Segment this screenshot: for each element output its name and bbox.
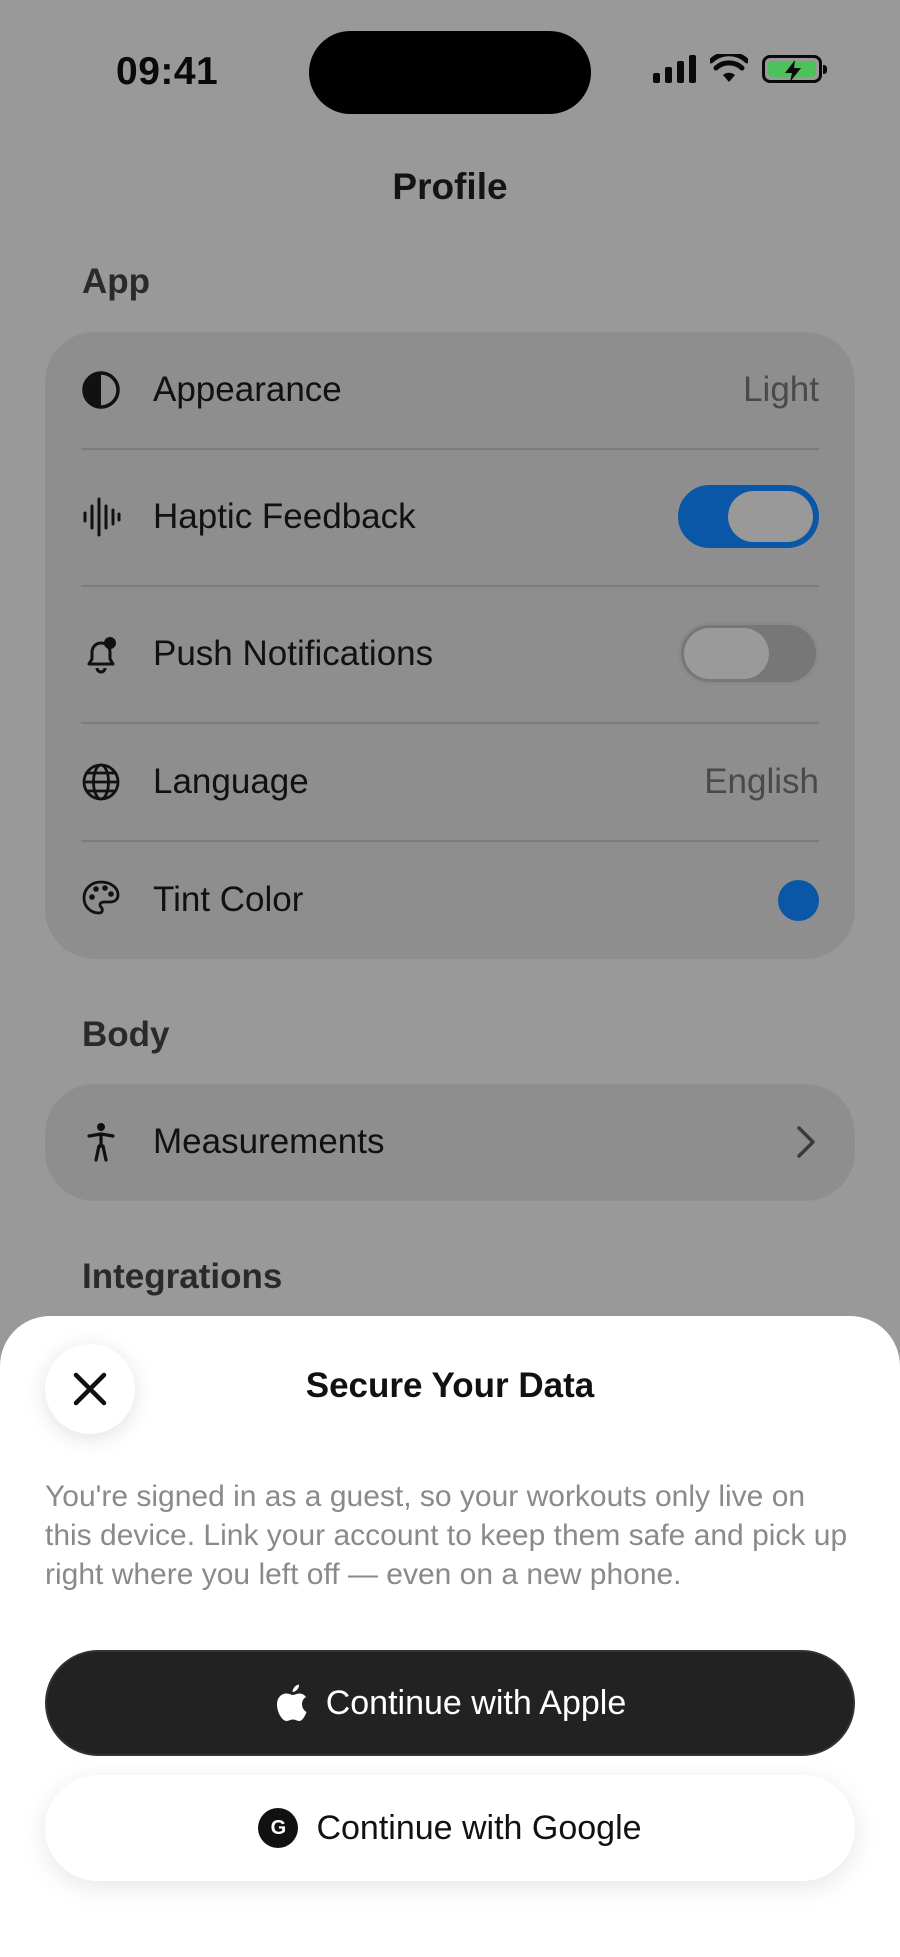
haptic-feedback-label: Haptic Feedback [153, 497, 416, 536]
language-value: English [704, 762, 819, 801]
app-settings-card: Appearance Light Haptic Feedback Push No… [45, 332, 855, 959]
section-label-app: App [82, 262, 151, 301]
status-time: 09:41 [116, 50, 219, 93]
haptic-feedback-row: Haptic Feedback [45, 449, 855, 585]
secure-data-sheet: Secure Your Data You're signed in as a g… [0, 1316, 900, 1957]
charging-bolt-icon [785, 60, 801, 82]
section-label-body: Body [82, 1015, 170, 1054]
page-title: Profile [392, 166, 508, 207]
battery-icon [762, 55, 827, 83]
cellular-signal-icon [653, 55, 696, 83]
sheet-description: You're signed in as a guest, so your wor… [45, 1480, 848, 1591]
palette-icon [81, 878, 121, 918]
language-row[interactable]: Language English [45, 723, 855, 841]
apple-button-label: Continue with Apple [325, 1683, 627, 1722]
apple-logo-icon [276, 1684, 307, 1721]
continue-with-apple-button[interactable]: Continue with Apple [45, 1650, 855, 1756]
toggle-knob [684, 628, 769, 679]
push-notifications-label: Push Notifications [153, 634, 434, 673]
status-icons [653, 54, 827, 84]
section-label-integrations: Integrations [82, 1257, 283, 1296]
language-label: Language [153, 762, 309, 801]
person-icon [81, 1122, 121, 1162]
push-notifications-toggle[interactable] [678, 622, 819, 685]
chevron-right-icon [797, 1126, 815, 1158]
google-button-label: Continue with Google [316, 1808, 642, 1847]
measurements-row[interactable]: Measurements [45, 1084, 855, 1201]
measurements-label: Measurements [153, 1122, 385, 1161]
push-notifications-row: Push Notifications [45, 586, 855, 722]
appearance-value: Light [743, 370, 819, 409]
tint-color-row[interactable]: Tint Color [45, 841, 855, 959]
haptic-feedback-toggle[interactable] [678, 485, 819, 548]
tint-color-label: Tint Color [153, 880, 304, 919]
google-logo-icon: G [258, 1808, 299, 1848]
continue-with-google-button[interactable]: G Continue with Google [45, 1775, 855, 1881]
bell-badge-icon [81, 634, 121, 674]
dynamic-island [309, 31, 591, 114]
sheet-title: Secure Your Data [305, 1366, 595, 1405]
waveform-icon [81, 497, 121, 537]
body-settings-card: Measurements [45, 1084, 855, 1201]
appearance-row[interactable]: Appearance Light [45, 332, 855, 449]
status-bar: 09:41 [0, 0, 900, 150]
globe-icon [81, 762, 121, 802]
wifi-icon [710, 54, 748, 82]
half-circle-icon [81, 370, 121, 410]
tint-color-swatch[interactable] [778, 880, 819, 921]
appearance-label: Appearance [153, 370, 342, 409]
toggle-knob [728, 491, 813, 542]
